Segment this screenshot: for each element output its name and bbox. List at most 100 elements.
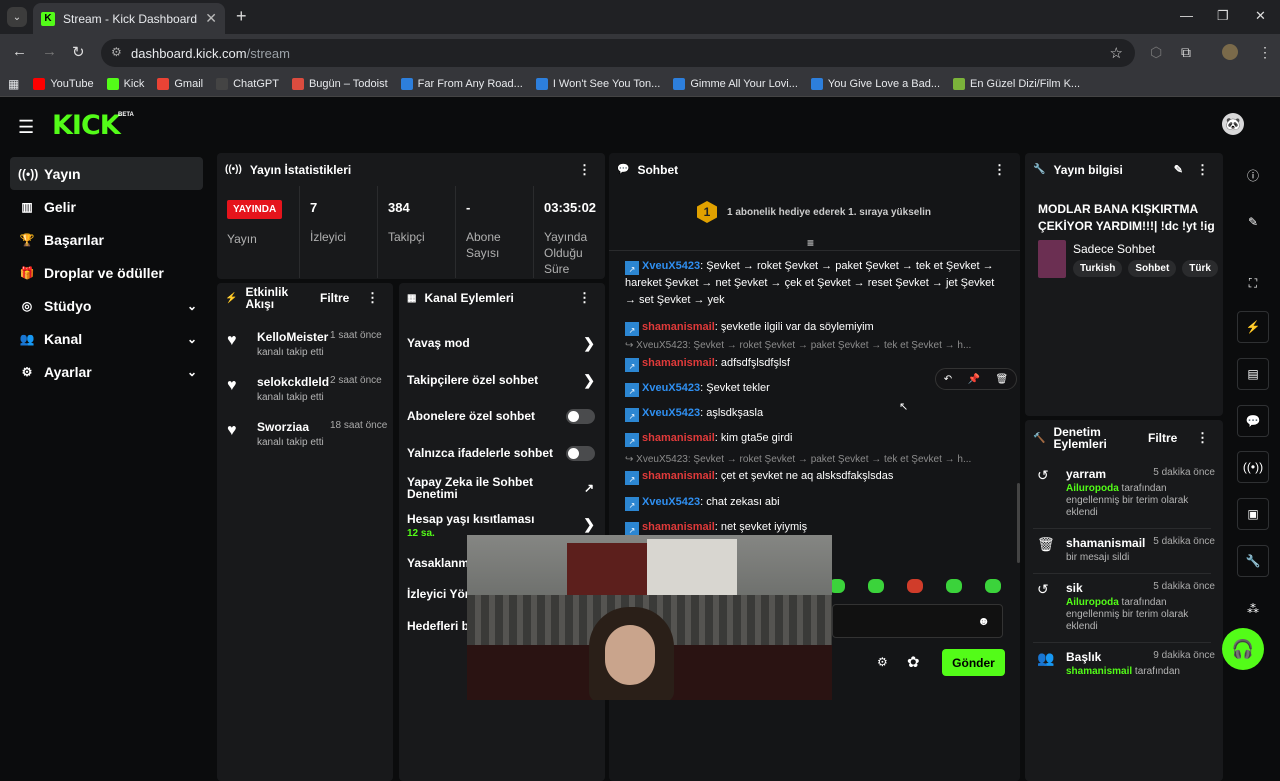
chat-username[interactable]: XveuX5423 [642,260,700,272]
reply-icon[interactable]: ↶ [944,374,952,385]
chat-message[interactable]: ↗ XveuX5423: Şevket → roket Şevket → pake… [625,258,1005,309]
stream-info-menu-icon[interactable]: ⋮ [1196,162,1209,178]
emote-icon[interactable] [907,579,923,593]
sidebar-item-2[interactable]: 🏆 Başarılar [10,223,203,256]
chat-message[interactable]: ↗ XveuX5423: aşlsdkşasla [625,405,1005,422]
layout-icon[interactable]: ▣ [1237,498,1269,530]
browser-tab-active[interactable]: K Stream - Kick Dashboard ✕ [33,3,225,34]
notes-icon[interactable]: ▤ [1237,358,1269,390]
apps-grid-icon[interactable]: ▦ [8,77,19,91]
chat-username[interactable]: shamanismail [642,432,715,444]
kick-logo[interactable]: KICK [52,110,121,141]
bookmark-item[interactable]: I Won't See You Ton... [535,77,660,90]
bookmark-item[interactable]: Gmail [157,77,203,90]
user-avatar[interactable]: 🐼 [1222,113,1244,135]
bookmark-star-icon[interactable]: ☆ [1110,44,1123,62]
chat-username[interactable]: shamanismail [642,357,715,369]
chat-username[interactable]: shamanismail [642,321,715,333]
minimize-button[interactable]: — [1180,8,1193,23]
ai-moderation-item[interactable]: Yapay Zeka ile Sohbet Denetimi [407,476,547,500]
tools-icon[interactable]: 🔧 [1237,545,1269,577]
bookmark-item[interactable]: YouTube [33,77,94,90]
edit-icon[interactable]: ✎ [1174,163,1183,176]
activity-menu-icon[interactable]: ⋮ [366,290,379,306]
sidebar-item-4[interactable]: ◎ Stüdyo ⌄ [10,289,203,322]
browser-menu-icon[interactable]: ⋮ [1258,44,1272,61]
moderator-name[interactable]: Ailuropoda [1066,597,1119,608]
address-bar[interactable]: ⚙ dashboard.kick.com/stream ☆ [101,39,1135,67]
quick-actions-icon[interactable]: ⚡ [1237,311,1269,343]
tag-chip[interactable]: Turkish [1073,260,1123,277]
channel-actions-menu-icon[interactable]: ⋮ [578,290,591,306]
new-tab-button[interactable]: + [236,6,247,27]
chat-message-input[interactable]: ☻ [832,604,1003,638]
bookmark-item[interactable]: ChatGPT [216,77,279,90]
chat-username[interactable]: shamanismail [642,521,715,533]
external-link-icon[interactable]: ↗ [584,481,598,495]
bookmark-item[interactable]: Far From Any Road... [400,77,523,90]
follower-name[interactable]: KelloMeister [257,330,328,344]
forward-button[interactable]: → [42,43,57,60]
bookmark-item[interactable]: Bugün – Todoist [291,77,388,90]
gift-leaderboard-banner[interactable]: 1 1 abonelik hediye ederek 1. sıraya yüks… [697,201,931,223]
chat-username[interactable]: XveuX5423 [642,407,700,419]
emoji-picker-icon[interactable]: ☻ [977,614,990,628]
moderation-target[interactable]: sik [1066,581,1083,595]
send-button[interactable]: Gönder [942,649,1005,676]
tab-close-icon[interactable]: ✕ [205,10,217,27]
bookmark-item[interactable]: En Güzel Dizi/Film K... [953,77,1080,90]
info-icon[interactable]: ⓘ [1237,159,1269,191]
chat-username[interactable]: shamanismail [642,470,715,482]
emote-icon[interactable] [946,579,962,593]
tab-search-button[interactable]: ⌄ [7,7,27,27]
chat-menu-icon[interactable]: ⋮ [993,162,1006,178]
sidebar-item-5[interactable]: 👥 Kanal ⌄ [10,322,203,355]
moderation-target[interactable]: Başlık [1066,650,1101,664]
bookmark-item[interactable]: Gimme All Your Lovi... [673,77,798,90]
stats-menu-icon[interactable]: ⋮ [578,162,591,178]
chat-popout-icon[interactable]: 💬 [1237,405,1269,437]
delete-icon[interactable]: 🗑 [996,374,1009,385]
followers-only-item[interactable]: Takipçilere özel sohbet ❯ [407,372,595,388]
sidebar-item-3[interactable]: 🎁 Droplar ve ödüller [10,256,203,289]
tag-chip[interactable]: Sohbet [1128,260,1177,277]
more-widgets-icon[interactable]: ⁂ [1237,593,1269,625]
hamburger-menu-icon[interactable]: ☰ [18,117,34,138]
window-close-button[interactable]: ✕ [1255,8,1266,24]
chat-settings-icon[interactable]: ⚙ [877,655,888,669]
subs-only-toggle[interactable] [566,409,595,424]
bookmark-item[interactable]: Kick [106,77,144,90]
tag-chip[interactable]: Türk [1182,260,1218,277]
chat-message[interactable]: ↗ shamanismail: kim gta5e girdi [625,430,1005,447]
sidebar-item-1[interactable]: ▥ Gelir [10,190,203,223]
reply-preview[interactable]: ↪ XveuX5423: Şevket → roket Şevket → pak… [625,454,1005,465]
follower-name[interactable]: selokckdleld [257,375,329,389]
chat-message[interactable]: ↗ shamanismail: net şevket iyiymiş [625,519,1005,536]
moderator-name[interactable]: shamanismail [1066,666,1132,677]
activity-filter-button[interactable]: Filtre [320,291,349,305]
chat-message[interactable]: ↗ shamanismail: çet et şevket ne aq alsks… [625,468,1005,485]
chat-message[interactable]: ↗ XveuX5423: chat zekası abi [625,494,1005,511]
extensions-puzzle-icon[interactable]: ⧉ [1181,44,1191,61]
chat-message[interactable]: ↗ shamanismail: şevketle ilgili var da sö… [625,319,1005,336]
site-info-icon[interactable]: ⚙ [111,45,122,59]
emote-icon[interactable] [868,579,884,593]
edit-layout-icon[interactable]: ✎ [1237,206,1269,238]
category-thumbnail[interactable] [1038,240,1066,278]
moderation-target[interactable]: yarram [1066,467,1106,481]
emotes-only-toggle[interactable] [566,446,595,461]
moderation-filter-button[interactable]: Filtre [1148,431,1177,445]
extension-icon[interactable]: ⬡ [1150,44,1162,61]
category-name[interactable]: Sadece Sohbet [1073,242,1155,256]
chat-username[interactable]: XveuX5423 [642,496,700,508]
chat-username[interactable]: XveuX5423 [642,382,700,394]
sidebar-item-6[interactable]: ⚙ Ayarlar ⌄ [10,355,203,388]
moderation-menu-icon[interactable]: ⋮ [1196,430,1209,446]
profile-avatar[interactable] [1222,44,1238,60]
maximize-button[interactable]: ❐ [1217,8,1229,24]
support-headset-button[interactable]: 🎧 [1222,628,1264,670]
screenshot-icon[interactable]: ⛶ [1237,267,1269,299]
bookmark-item[interactable]: You Give Love a Bad... [810,77,940,90]
slow-mode-item[interactable]: Yavaş mod ❯ [407,335,595,351]
moderator-name[interactable]: Ailuropoda [1066,483,1119,494]
